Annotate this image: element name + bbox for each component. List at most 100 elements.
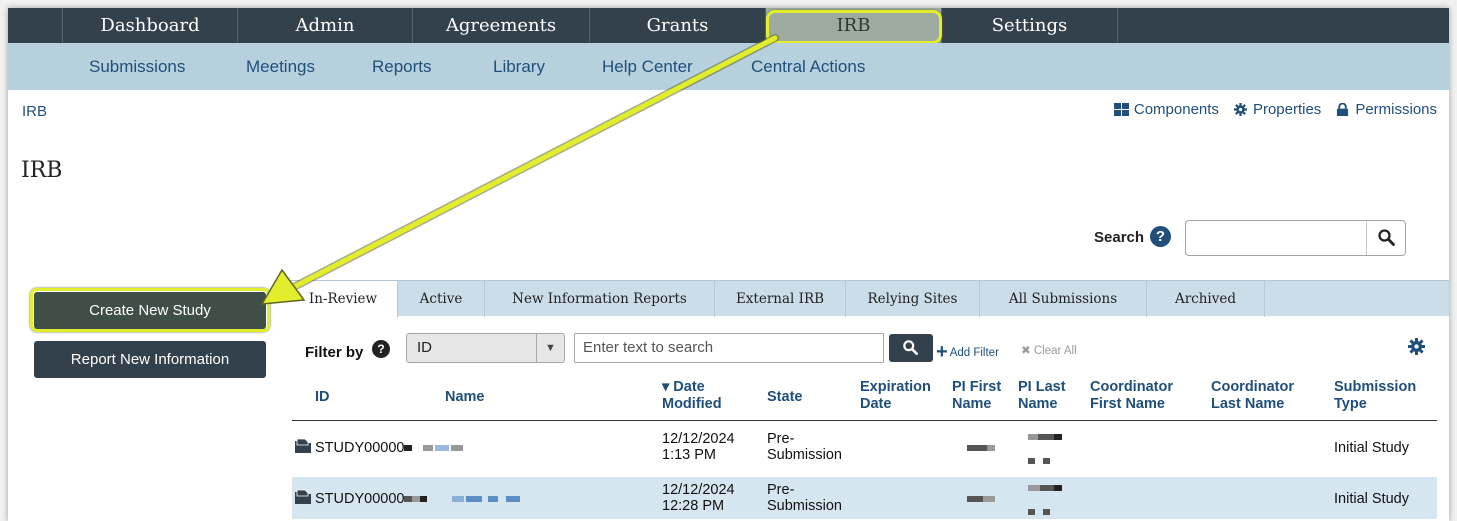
row-pi-last-cell [1028,480,1062,520]
redacted-text [420,496,428,503]
nav-settings[interactable]: Settings [942,8,1118,43]
filter-help-icon[interactable]: ? [372,340,390,358]
study-document-icon [295,489,311,504]
study-document-icon [295,438,311,453]
table-row[interactable]: STUDY00000 12/12/2024 12:28 PM Pre- Subm… [292,477,1437,519]
study-id: STUDY00000 [315,491,405,507]
permissions-link[interactable]: Permissions [1335,101,1437,118]
tab-external-irb[interactable]: External IRB [715,281,846,317]
col-name[interactable]: Name [445,389,485,406]
search-icon [903,340,918,355]
report-new-information-button[interactable]: Report New Information [34,341,266,378]
nav-admin[interactable]: Admin [238,8,413,43]
date-value: 12/12/2024 [662,482,735,498]
state-l1: Pre- [767,482,795,498]
add-filter-link[interactable]: + Add Filter [936,339,999,363]
settings-gear-icon[interactable] [1408,338,1425,355]
filter-search-button[interactable] [889,334,933,362]
tab-relying-sites[interactable]: Relying Sites [846,281,980,317]
help-icon[interactable]: ? [1150,226,1171,247]
col-expiration-l2: Date [860,396,892,412]
redacted-text [967,496,983,503]
tab-archived[interactable]: Archived [1147,281,1265,317]
redacted-text [404,445,413,452]
plus-icon: + [936,341,948,363]
col-coord-last-l1: Coordinator [1211,379,1294,395]
redacted-text [1054,485,1062,492]
create-new-study-button[interactable]: Create New Study [34,292,266,329]
page-tools: Components Properties Permissions [1113,101,1437,118]
row-id-cell[interactable]: STUDY00000 [294,489,520,507]
sub-nav: Submissions Meetings Reports Library Hel… [8,43,1449,90]
date-value: 12/12/2024 [662,431,735,447]
subnav-help-center[interactable]: Help Center [602,57,693,77]
add-filter-label: Add Filter [949,347,999,359]
row-id-cell[interactable]: STUDY00000 [294,438,463,456]
redacted-name-part [505,496,520,503]
redacted-text [1028,458,1035,465]
subnav-reports[interactable]: Reports [372,57,432,77]
x-icon: ✖ [1021,345,1031,357]
time-value: 12:28 PM [662,498,725,514]
state-l1: Pre- [767,431,795,447]
row-date-cell: 12/12/2024 12:28 PM [662,482,735,514]
redacted-text [1040,485,1054,492]
redacted-name-part [434,445,449,452]
subnav-central-actions[interactable]: Central Actions [751,57,865,77]
col-id[interactable]: ID [315,389,330,406]
col-coord-first-l2: First Name [1090,396,1165,412]
col-state[interactable]: State [767,389,802,406]
redacted-name [422,445,433,452]
col-date-modified[interactable]: ▾ Date Modified [662,379,722,413]
nav-agreements[interactable]: Agreements [413,8,590,43]
col-coordinator-last-name[interactable]: Coordinator Last Name [1211,379,1294,413]
redacted-name [451,496,464,503]
nav-grants[interactable]: Grants [590,8,766,43]
row-submission-type-cell: Initial Study [1334,491,1409,507]
tab-new-information-reports[interactable]: New Information Reports [485,281,715,317]
top-nav-spacer [8,8,63,43]
properties-link[interactable]: Properties [1233,101,1321,118]
clear-all-link[interactable]: ✖ Clear All [1021,343,1077,357]
col-submission-type[interactable]: Submission Type [1334,379,1416,413]
filter-text-input[interactable]: Enter text to search [574,333,884,363]
tab-all-submissions[interactable]: All Submissions [980,281,1147,317]
filter-field-select[interactable]: ID ▼ [406,333,565,363]
properties-label: Properties [1252,101,1322,118]
col-pi-last-name[interactable]: PI Last Name [1018,379,1066,413]
col-pi-first-l2: Name [952,396,992,412]
filter-by-text: Filter by [305,344,364,361]
subnav-library[interactable]: Library [493,57,545,77]
nav-dashboard[interactable]: Dashboard [63,8,238,43]
lock-icon [1337,103,1349,116]
subnav-meetings[interactable]: Meetings [246,57,315,77]
col-coordinator-first-name[interactable]: Coordinator First Name [1090,379,1173,413]
components-link[interactable]: Components [1113,101,1219,118]
state-l2: Submission [767,498,842,514]
table-row[interactable]: STUDY00000 12/12/2024 1:13 PM Pre- Submi… [292,426,1437,468]
dropdown-arrow-icon: ▼ [536,334,564,362]
col-date-modified-l2: Modified [662,396,722,412]
redacted-text [1028,434,1038,441]
tab-in-review[interactable]: In-Review [289,281,398,317]
search-input[interactable] [1185,220,1406,256]
col-pi-first-l1: PI First [952,379,1002,395]
redacted-text [987,445,995,452]
redacted-text [412,496,421,503]
redacted-name-part [450,445,463,452]
breadcrumb[interactable]: IRB [22,103,47,120]
col-coord-first-l1: Coordinator [1090,379,1173,395]
permissions-label: Permissions [1355,101,1437,118]
col-pi-first-name[interactable]: PI First Name [952,379,1001,413]
col-date-modified-l1: ▾ Date [662,379,705,395]
redacted-name-part [465,496,482,503]
col-expiration-date[interactable]: Expiration Date [860,379,931,413]
subnav-submissions[interactable]: Submissions [89,57,185,77]
search-divider [1366,221,1367,255]
col-coord-last-l2: Last Name [1211,396,1285,412]
redacted-text [1054,434,1062,441]
tab-active[interactable]: Active [398,281,485,317]
nav-irb[interactable]: IRB [766,8,942,43]
redacted-text [1043,458,1050,465]
search-icon[interactable] [1378,229,1395,246]
